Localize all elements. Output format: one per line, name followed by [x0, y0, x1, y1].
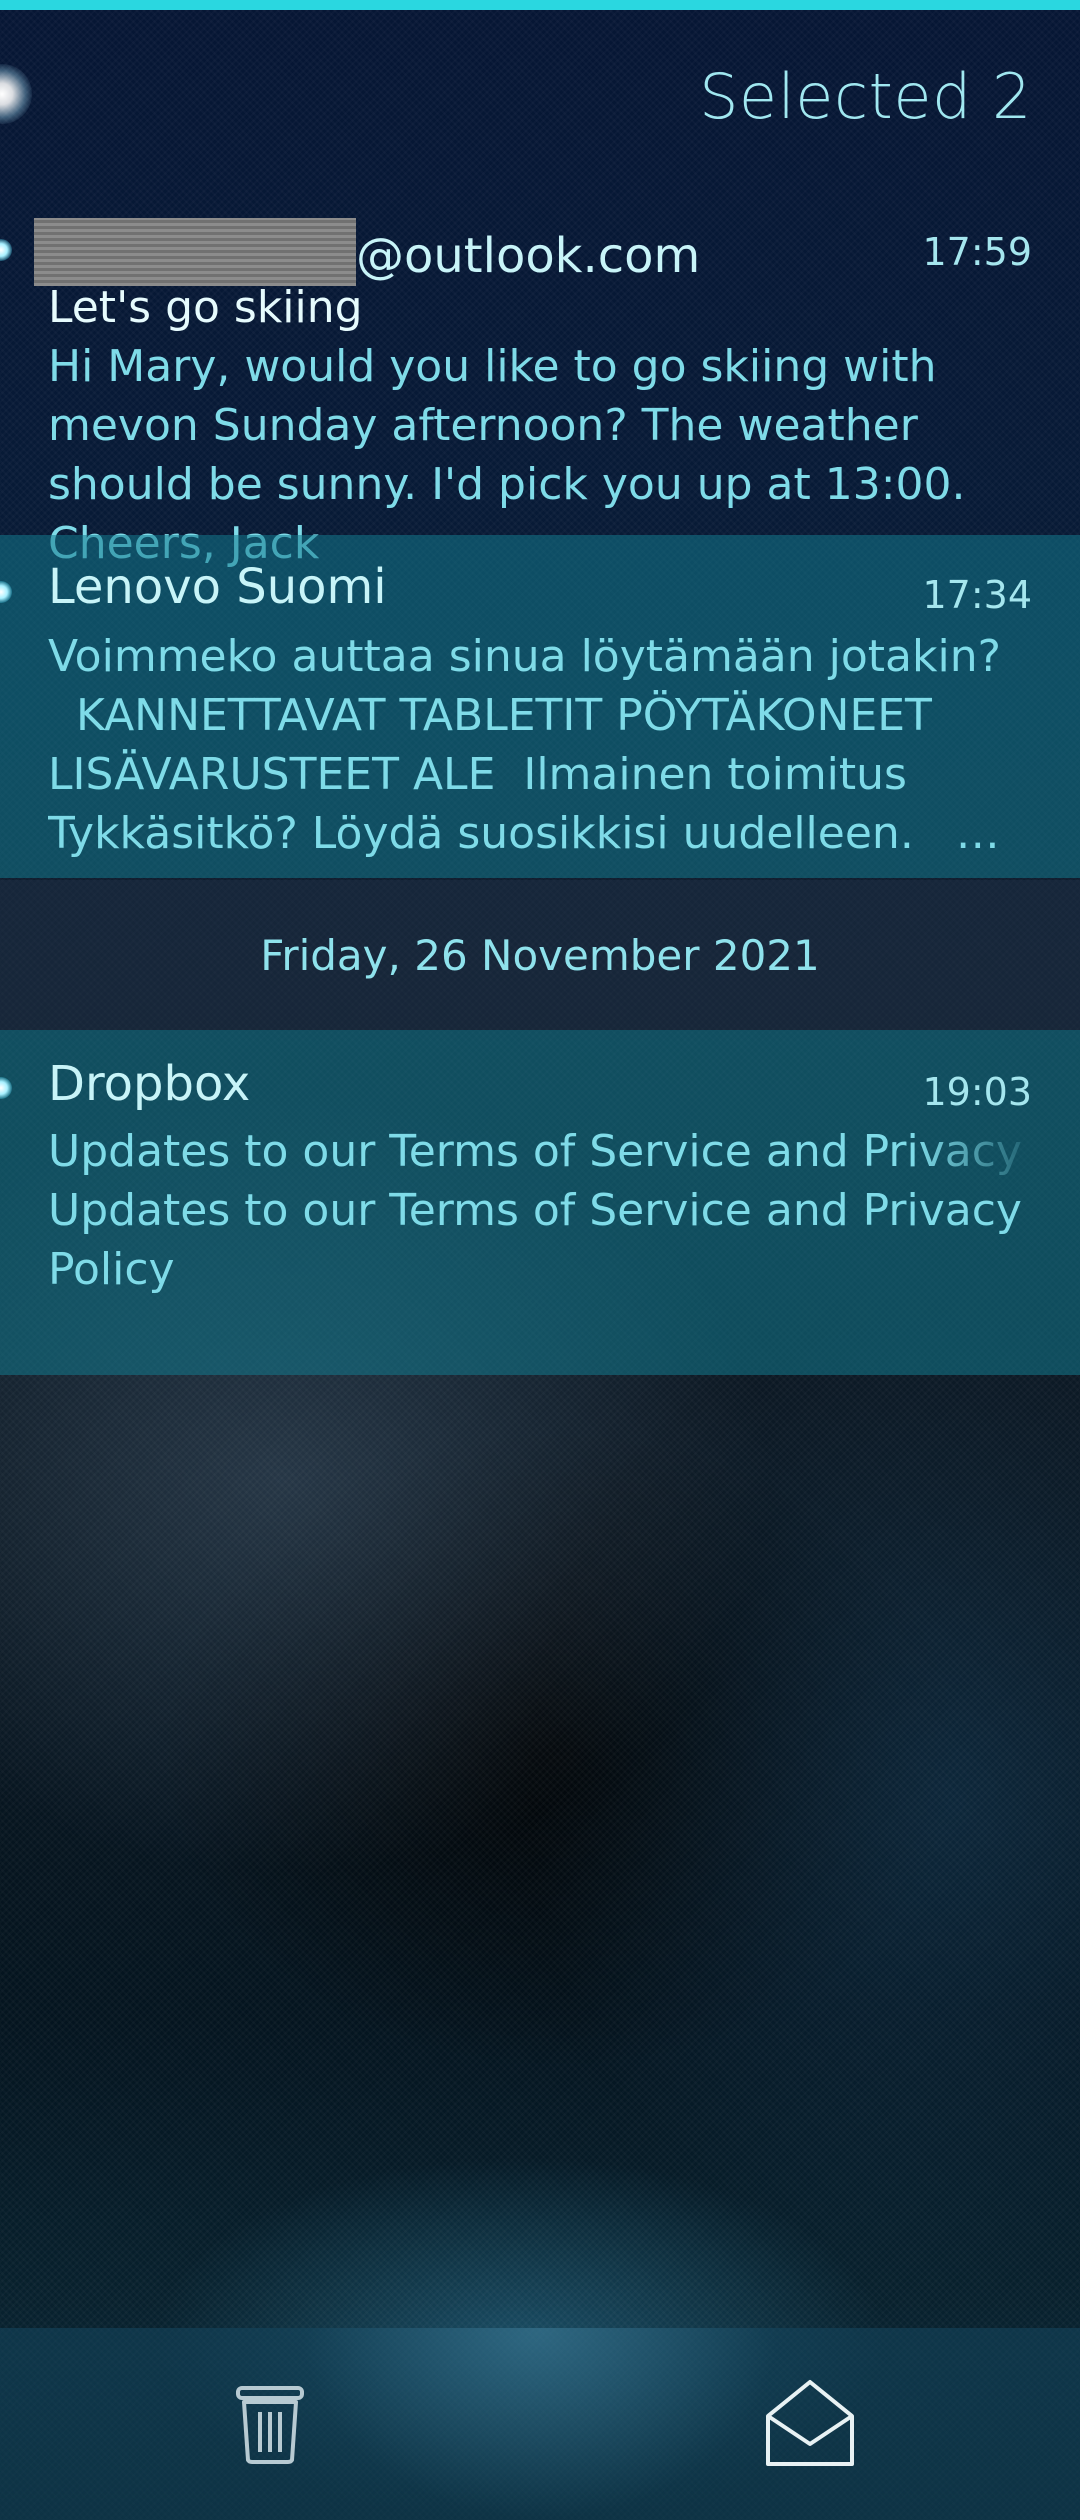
trash-icon: [236, 2386, 304, 2464]
bottom-action-bar: [0, 2328, 1080, 2520]
message-preview: Updates to our Terms of Service and Priv…: [48, 1185, 1022, 1295]
email-app-screen: Selected 2 @outlook.com 17:59 Let's go s…: [0, 0, 1080, 2520]
message-subject: Let's go skiing: [48, 282, 363, 333]
message-time: 19:03: [922, 1070, 1032, 1114]
unread-indicator: [0, 239, 12, 261]
message-sender: Dropbox: [48, 1056, 251, 1112]
open-envelope-icon: [766, 2380, 854, 2466]
page-title: Selected 2: [699, 60, 1032, 133]
message-time: 17:34: [922, 573, 1032, 617]
message-item-lenovo[interactable]: Lenovo Suomi 17:34 Voimmeko auttaa sinua…: [0, 535, 1080, 878]
message-item-ski[interactable]: @outlook.com 17:59 Let's go skiing Hi Ma…: [0, 200, 1080, 569]
section-date: Friday, 26 November 2021: [260, 930, 820, 980]
unread-indicator: [0, 1077, 12, 1099]
message-sender: Lenovo Suomi: [48, 559, 387, 615]
delete-button[interactable]: [150, 2328, 390, 2520]
mark-as-read-button[interactable]: [690, 2328, 930, 2520]
top-accent-bar: [0, 0, 1080, 10]
redacted-sender-name: [34, 218, 356, 286]
message-subject: Updates to our Terms of Service and Priv…: [48, 1126, 1032, 1177]
date-section-header: Friday, 26 November 2021: [0, 880, 1080, 1030]
message-sender: @outlook.com: [34, 218, 700, 286]
page-header: Selected 2: [0, 10, 1080, 210]
message-preview: Voimmeko auttaa sinua löytämään jotakin?…: [48, 631, 1001, 859]
message-time: 17:59: [922, 230, 1032, 274]
message-item-dropbox[interactable]: Dropbox 19:03 Updates to our Terms of Se…: [0, 1030, 1080, 1375]
unread-indicator: [0, 581, 12, 603]
